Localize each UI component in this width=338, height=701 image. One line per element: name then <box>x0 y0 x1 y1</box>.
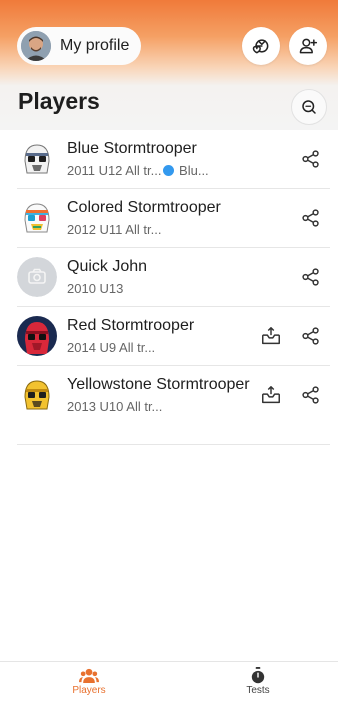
player-info: Red Stormtrooper 2014 U9 All tr... <box>67 316 257 357</box>
header: My profile Players <box>0 0 338 130</box>
avatar <box>17 139 57 179</box>
ball-heart-icon <box>252 39 269 54</box>
stopwatch-icon <box>251 666 265 683</box>
list-item[interactable]: Colored Stormtrooper 2012 U11 All tr... <box>17 189 330 248</box>
profile-label: My profile <box>60 37 130 54</box>
player-details: 2013 U10 All tr... <box>67 399 163 414</box>
avatar <box>17 375 57 415</box>
player-details-extra: Blu... <box>175 163 209 178</box>
player-name: Red Stormtrooper <box>67 317 195 334</box>
player-name: Blue Stormtrooper <box>67 140 197 157</box>
share-button[interactable] <box>300 266 322 288</box>
player-info: Colored Stormtrooper 2012 U11 All tr... <box>67 198 257 239</box>
nav-players-label: Players <box>72 685 106 696</box>
player-name: Colored Stormtrooper <box>67 199 221 216</box>
search-icon <box>302 100 316 114</box>
player-info: Yellowstone Stormtrooper 2013 U10 All tr… <box>67 375 257 416</box>
add-player-button[interactable] <box>289 27 327 65</box>
add-user-icon <box>299 38 318 54</box>
player-info: Quick John 2010 U13 <box>67 257 257 298</box>
avatar <box>17 257 57 297</box>
list-item[interactable]: Quick John 2010 U13 <box>17 248 330 307</box>
players-icon <box>79 668 99 683</box>
inbox-upload-icon <box>262 327 280 345</box>
app-screen: My profile Players Blue Stormtrooper 201… <box>0 0 338 701</box>
player-details: 2011 U12 All tr... Blu... <box>67 162 257 180</box>
nav-tests[interactable]: Tests <box>218 666 298 696</box>
inbox-upload-icon <box>262 386 280 404</box>
my-profile-button[interactable]: My profile <box>17 27 141 65</box>
share-icon <box>302 150 319 168</box>
search-button[interactable] <box>291 89 327 125</box>
player-details: 2014 U9 All tr... <box>67 340 156 355</box>
nav-tests-label: Tests <box>246 685 270 696</box>
share-button[interactable] <box>300 148 322 170</box>
send-invite-button[interactable] <box>260 325 282 347</box>
share-button[interactable] <box>300 207 322 229</box>
page-title: Players <box>18 88 100 114</box>
list-item[interactable]: Blue Stormtrooper 2011 U12 All tr... Blu… <box>17 130 330 189</box>
player-details-text: 2011 U12 All tr... <box>67 163 162 178</box>
avatar <box>17 316 57 356</box>
player-name: Quick John <box>67 258 148 275</box>
share-icon <box>302 327 319 345</box>
player-name: Yellowstone Stormtrooper <box>67 376 250 393</box>
bottom-nav: Players Tests <box>0 661 338 701</box>
share-button[interactable] <box>300 325 322 347</box>
player-info: Blue Stormtrooper 2011 U12 All tr... Blu… <box>67 139 257 180</box>
player-details: 2012 U11 All tr... <box>67 222 162 237</box>
send-invite-button[interactable] <box>260 384 282 406</box>
share-button[interactable] <box>300 384 322 406</box>
player-list: Blue Stormtrooper 2011 U12 All tr... Blu… <box>0 130 338 445</box>
nav-players[interactable]: Players <box>49 666 129 696</box>
team-color-dot <box>163 165 175 176</box>
list-item[interactable]: Red Stormtrooper 2014 U9 All tr... <box>17 307 330 366</box>
player-details: 2010 U13 <box>67 281 124 296</box>
share-icon <box>302 209 319 227</box>
share-icon <box>302 268 319 286</box>
list-item[interactable]: Yellowstone Stormtrooper 2013 U10 All tr… <box>17 366 330 445</box>
avatar <box>21 31 51 61</box>
avatar <box>17 198 57 238</box>
ball-heart-button[interactable] <box>242 27 280 65</box>
share-icon <box>302 386 319 404</box>
